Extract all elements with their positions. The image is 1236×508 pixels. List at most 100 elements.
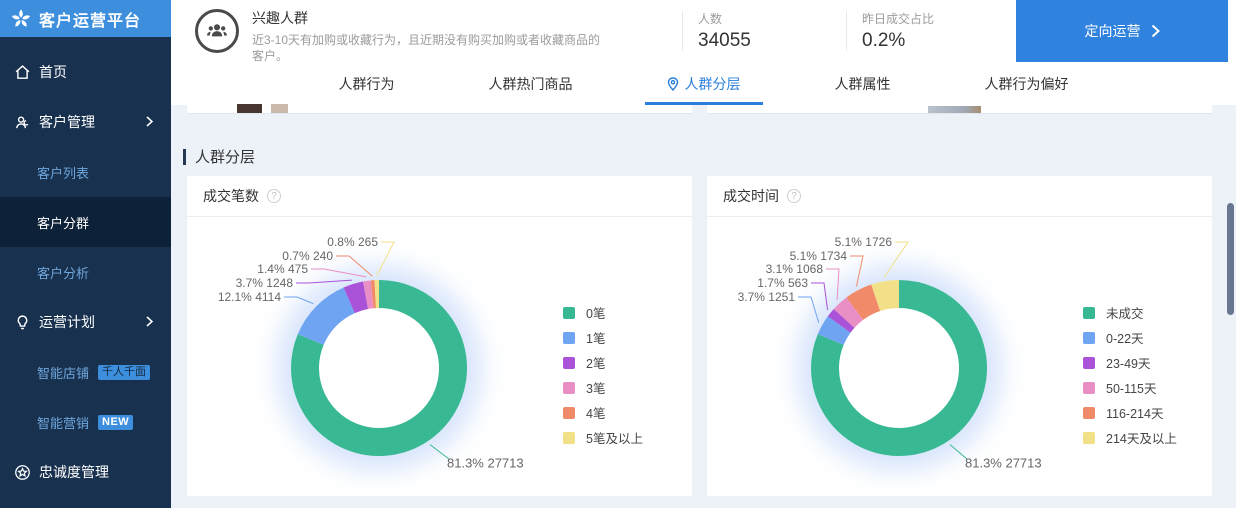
legend-label: 0笔 — [586, 303, 605, 322]
chevron-right-icon — [146, 314, 153, 330]
pie-label-1笔: 12.1% 4114 — [218, 290, 281, 304]
sidebar-item-customer-analysis[interactable]: 客户分析 — [0, 247, 171, 297]
stat-value: 0.2% — [862, 30, 934, 52]
smart-shop-badge: 千人千面 — [98, 365, 150, 380]
group-description: 近3-10天有加购或收藏行为，且近期没有购买加购或者收藏商品的客户。 — [252, 32, 608, 64]
leader-line-4笔 — [336, 256, 372, 276]
sidebar-item-smart-marketing[interactable]: 智能营销 NEW — [0, 397, 171, 447]
donut-segment-1笔[interactable] — [311, 300, 349, 339]
divider — [682, 11, 683, 51]
tab-crowd-layering[interactable]: 人群分层 — [645, 62, 763, 105]
card-title: 成交笔数 — [203, 186, 259, 206]
sidebar-item-operation-plan[interactable]: 运营计划 — [0, 297, 171, 347]
targeted-operation-button[interactable]: 定向运营 — [1016, 0, 1228, 62]
sidebar-nav: 首页 客户管理 客户列表 客户分群 客户分析 — [0, 47, 171, 497]
app-logo: 客户运营平台 — [0, 0, 171, 37]
donut-segment-23-49天[interactable] — [839, 318, 844, 324]
app-title: 客户运营平台 — [39, 7, 141, 31]
legend-swatch — [563, 332, 575, 344]
location-pin-icon — [667, 77, 679, 91]
section-title-bar — [183, 149, 186, 165]
legend-swatch — [563, 307, 575, 319]
legend-item-1笔[interactable]: 1笔 — [563, 325, 643, 350]
loyalty-star-icon — [14, 464, 31, 481]
tab-crowd-attributes[interactable]: 人群属性 — [813, 62, 913, 105]
legend-item-3笔[interactable]: 3笔 — [563, 375, 643, 400]
sidebar-item-label: 智能营销 — [37, 413, 89, 432]
legend-item-50-115天[interactable]: 50-115天 — [1083, 375, 1177, 400]
legend-label: 2笔 — [586, 353, 605, 372]
donut-segment-0-22天[interactable] — [831, 325, 839, 340]
donut-segment-50-115天[interactable] — [844, 309, 855, 319]
group-info: 兴趣人群 近3-10天有加购或收藏行为，且近期没有购买加购或者收藏商品的客户。 — [252, 8, 612, 64]
legend-label: 116-214天 — [1106, 403, 1163, 422]
legend-swatch — [563, 382, 575, 394]
card-title: 成交时间 — [723, 186, 779, 206]
users-icon — [14, 114, 31, 131]
legend-item-2笔[interactable]: 2笔 — [563, 350, 643, 375]
vertical-scrollbar-thumb[interactable] — [1227, 203, 1234, 315]
bulb-icon — [14, 314, 31, 331]
donut-segment-2笔[interactable] — [349, 295, 365, 300]
legend-label: 0-22天 — [1106, 328, 1144, 347]
sidebar-item-loyalty[interactable]: 忠诚度管理 — [0, 447, 171, 497]
sidebar-item-label: 客户列表 — [37, 163, 89, 182]
legend-item-0-22天[interactable]: 0-22天 — [1083, 325, 1177, 350]
legend-swatch — [1083, 382, 1095, 394]
card-header: 成交时间 ? — [707, 176, 1212, 217]
sidebar-item-label: 忠诚度管理 — [39, 462, 109, 482]
donut-segment-214天及以上[interactable] — [876, 294, 899, 298]
legend-swatch — [1083, 357, 1095, 369]
help-icon[interactable]: ? — [267, 189, 281, 203]
pie-label-214天及以上: 5.1% 1726 — [835, 235, 892, 249]
chart-legend: 0笔 1笔 2笔 3笔 4笔 5笔及以上 — [563, 300, 643, 450]
tab-crowd-behavior[interactable]: 人群行为 — [317, 62, 417, 105]
legend-swatch — [1083, 332, 1095, 344]
home-icon — [14, 64, 31, 81]
section-title-text: 人群分层 — [195, 146, 255, 167]
tab-label: 人群属性 — [835, 74, 891, 94]
legend-label: 50-115天 — [1106, 378, 1157, 397]
legend-label: 5笔及以上 — [586, 428, 643, 447]
sidebar-item-customer-list[interactable]: 客户列表 — [0, 147, 171, 197]
legend-item-116-214天[interactable]: 116-214天 — [1083, 400, 1177, 425]
donut-chart-deal-count[interactable] — [287, 276, 471, 460]
previous-section-card-edge — [707, 105, 1212, 114]
product-thumb-remnant — [928, 106, 981, 113]
card-header: 成交笔数 ? — [187, 176, 692, 217]
legend-item-214天及以上[interactable]: 214天及以上 — [1083, 425, 1177, 450]
tab-label: 人群行为 — [339, 74, 395, 94]
donut-segment-116-214天[interactable] — [855, 298, 876, 309]
pie-label-2笔: 3.7% 1248 — [236, 276, 293, 290]
tab-crowd-hot-products[interactable]: 人群热门商品 — [467, 62, 595, 105]
legend-item-23-49天[interactable]: 23-49天 — [1083, 350, 1177, 375]
previous-section-card-edge — [187, 105, 692, 114]
legend-item-5笔及以上[interactable]: 5笔及以上 — [563, 425, 643, 450]
sidebar-item-customer-management[interactable]: 客户管理 — [0, 97, 171, 147]
leader-line-5笔及以上 — [377, 242, 394, 276]
legend-item-0笔[interactable]: 0笔 — [563, 300, 643, 325]
pie-label-0-22天: 3.7% 1251 — [738, 290, 795, 304]
sidebar-item-smart-shop[interactable]: 智能店铺 千人千面 — [0, 347, 171, 397]
pie-label-5笔及以上: 0.8% 265 — [327, 235, 378, 249]
pie-label-116-214天: 5.1% 1734 — [790, 249, 847, 263]
sidebar-item-home[interactable]: 首页 — [0, 47, 171, 97]
help-icon[interactable]: ? — [787, 189, 801, 203]
legend-label: 3笔 — [586, 378, 605, 397]
legend-swatch — [1083, 432, 1095, 444]
tab-crowd-behavior-preference[interactable]: 人群行为偏好 — [963, 62, 1091, 105]
chevron-right-icon — [146, 114, 153, 130]
legend-item-4笔[interactable]: 4笔 — [563, 400, 643, 425]
sidebar-item-label: 客户管理 — [39, 112, 95, 132]
stat-label: 昨日成交占比 — [862, 10, 934, 27]
pie-label-50-115天: 3.1% 1068 — [766, 262, 823, 276]
group-name: 兴趣人群 — [252, 8, 612, 28]
tab-label: 人群行为偏好 — [985, 74, 1069, 94]
sidebar-item-customer-segment[interactable]: 客户分群 — [0, 197, 171, 247]
legend-item-未成交[interactable]: 未成交 — [1083, 300, 1177, 325]
pie-label-3笔: 1.4% 475 — [257, 262, 308, 276]
header: 兴趣人群 近3-10天有加购或收藏行为，且近期没有购买加购或者收藏商品的客户。 … — [171, 0, 1236, 62]
donut-chart-deal-time[interactable] — [807, 276, 991, 460]
donut-segment-3笔[interactable] — [366, 294, 372, 295]
legend-label: 214天及以上 — [1106, 428, 1177, 447]
